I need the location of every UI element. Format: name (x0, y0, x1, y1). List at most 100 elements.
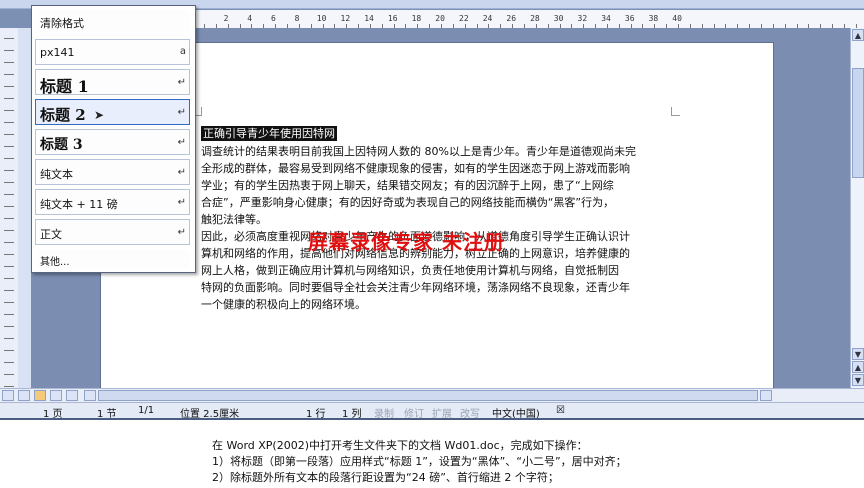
vruler-tick (4, 350, 14, 351)
ruler-number: 40 (672, 14, 682, 23)
ruler-number: 24 (482, 14, 493, 23)
vruler-tick (4, 38, 14, 39)
ruler-number: 30 (553, 14, 564, 23)
document-line[interactable]: 全形成的群体，最容易受到网络不健康现象的侵害，如有的学生因迷恋于网上游戏而影响 (201, 160, 671, 177)
scroll-left-icon[interactable] (84, 390, 96, 401)
vruler-tick (4, 326, 14, 327)
instruction-line: 在 Word XP(2002)中打开考生文件夹下的文档 Wd01.doc，完成如… (212, 439, 588, 452)
style-item-plain-text-11pt[interactable]: 纯文本 + 11 磅 ↵ (35, 189, 190, 215)
vruler-tick (4, 98, 14, 99)
vruler-tick (4, 86, 14, 87)
ruler-number: 2 (223, 14, 229, 23)
vruler-tick (4, 266, 14, 267)
left-margin-strip (18, 28, 31, 388)
document-line[interactable]: 学业；有的学生因热衷于网上聊天，结果错交网友；有的因沉醉于上网，患了“上网综 (201, 177, 671, 194)
ruler-number: 12 (340, 14, 351, 23)
vruler-tick (4, 242, 14, 243)
vruler-tick (4, 134, 14, 135)
style-item-heading-2[interactable]: 标题 2 ↵ ➤ (35, 99, 190, 125)
vruler-tick (4, 158, 14, 159)
document-line[interactable]: 特网的负面影响。同时要倡导全社会关注青少年网络环境，荡涤网络不良现象，还青少年 (201, 279, 671, 296)
task-instructions-panel: 在 Word XP(2002)中打开考生文件夹下的文档 Wd01.doc，完成如… (0, 418, 864, 488)
ruler-number: 10 (316, 14, 327, 23)
spelling-status-icon[interactable]: ☒ (556, 405, 565, 416)
ruler-number: 36 (624, 14, 635, 23)
vruler-tick (4, 170, 14, 171)
outline-view-icon[interactable] (50, 390, 62, 401)
vruler-tick (4, 302, 14, 303)
ruler-number: 22 (459, 14, 469, 23)
vruler-tick (4, 122, 14, 123)
ruler-number: 28 (530, 14, 540, 23)
vruler-tick (4, 206, 14, 207)
print-view-icon[interactable] (34, 390, 46, 401)
vruler-tick (4, 110, 14, 111)
horizontal-scroll-thumb[interactable] (98, 390, 758, 401)
style-item-clear-formatting[interactable]: 清除格式 (35, 9, 190, 33)
vertical-scrollbar[interactable]: ▲ ▼ ▲ ▼ (850, 28, 864, 388)
vruler-tick (4, 146, 14, 147)
vruler-tick (4, 218, 14, 219)
character-style-icon: a (179, 46, 186, 57)
scroll-up-icon[interactable]: ▲ (852, 29, 864, 41)
style-item-heading-3[interactable]: 标题 3 ↵ (35, 129, 190, 155)
paragraph-mark-icon: ↵ (177, 137, 186, 148)
style-item-more[interactable]: 其他... (35, 249, 190, 269)
web-view-icon[interactable] (18, 390, 30, 401)
ruler-number: 6 (270, 14, 276, 23)
vruler-tick (4, 74, 14, 75)
vruler-tick (4, 278, 14, 279)
scroll-right-icon[interactable] (760, 390, 772, 401)
ruler-number: 14 (364, 14, 374, 23)
document-line[interactable]: 一个健康的积极向上的网络环境。 (201, 296, 671, 313)
style-item-heading-1[interactable]: 标题 1 ↵ (35, 69, 190, 96)
vruler-tick (4, 50, 14, 51)
instruction-line: 1）将标题（即第一段落）应用样式“标题 1”，设置为“黑体”、“小二号”，居中对… (212, 455, 627, 468)
ruler-number: 34 (601, 14, 611, 23)
vruler-tick (4, 62, 14, 63)
previous-page-icon[interactable]: ▲ (852, 361, 864, 373)
document-line[interactable]: 合症”，严重影响身心健康；有的因好奇或为表现自己的网络技能而横伪“黑客”行为， (201, 194, 671, 211)
vertical-ruler[interactable] (0, 28, 19, 388)
vruler-tick (4, 194, 14, 195)
vruler-tick (4, 182, 14, 183)
vruler-tick (4, 254, 14, 255)
document-line[interactable]: 调查统计的结果表明目前我国上因特网人数的 80%以上是青少年。青少年是道德观尚未… (201, 143, 671, 160)
ruler-number: 38 (648, 14, 659, 23)
paragraph-mark-icon: ↵ (177, 227, 186, 238)
vruler-tick (4, 362, 14, 363)
ruler-number: 32 (577, 14, 588, 23)
status-pages: 1/1 (138, 405, 155, 416)
vruler-tick (4, 386, 14, 387)
paragraph-mark-icon: ↵ (177, 167, 186, 178)
ruler-number: 26 (506, 14, 517, 23)
ruler-number: 20 (435, 14, 445, 23)
style-item-normal[interactable]: 正文 ↵ (35, 219, 190, 245)
ruler-number: 8 (294, 14, 300, 23)
paragraph-mark-icon: ↵ (177, 107, 186, 118)
ruler-number: 18 (411, 14, 422, 23)
style-dropdown-menu[interactable]: 清除格式 px141 a 标题 1 ↵ 标题 2 ↵ ➤ 标题 3 ↵ 纯文本 … (31, 5, 196, 273)
paragraph-mark-icon: ↵ (177, 77, 186, 88)
instruction-line: 2）除标题外所有文本的段落行距设置为“24 磅”、首行缩进 2 个字符； (212, 471, 559, 484)
mouse-cursor-icon: ➤ (94, 108, 105, 122)
margin-corner-right (671, 107, 680, 116)
vruler-tick (4, 230, 14, 231)
style-item-px141[interactable]: px141 a (35, 39, 190, 65)
style-item-plain-text[interactable]: 纯文本 ↵ (35, 159, 190, 185)
horizontal-scroll-bar[interactable] (0, 388, 864, 403)
vruler-tick (4, 314, 14, 315)
scroll-down-icon[interactable]: ▼ (852, 348, 864, 360)
selected-title-text[interactable]: 正确引导青少年使用因特网 (201, 126, 337, 141)
next-page-icon[interactable]: ▼ (852, 374, 864, 386)
ruler-number: 4 (247, 14, 253, 23)
horizontal-ruler[interactable]: 2 4 6 8 10 12 14 16 18 20 22 24 26 28 30 32 34 36 38 40 (196, 10, 864, 29)
vruler-tick (4, 290, 14, 291)
vruler-tick (4, 374, 14, 375)
normal-view-icon[interactable] (2, 390, 14, 401)
watermark-text: 屏幕录像专家 未注册 (308, 230, 505, 254)
ruler-number: 16 (387, 14, 398, 23)
reading-view-icon[interactable] (66, 390, 78, 401)
vertical-scroll-thumb[interactable] (852, 68, 864, 178)
document-line[interactable]: 网上人格，做到正确应用计算机与网络知识，负责任地使用计算机与网络，自觉抵制因 (201, 262, 671, 279)
